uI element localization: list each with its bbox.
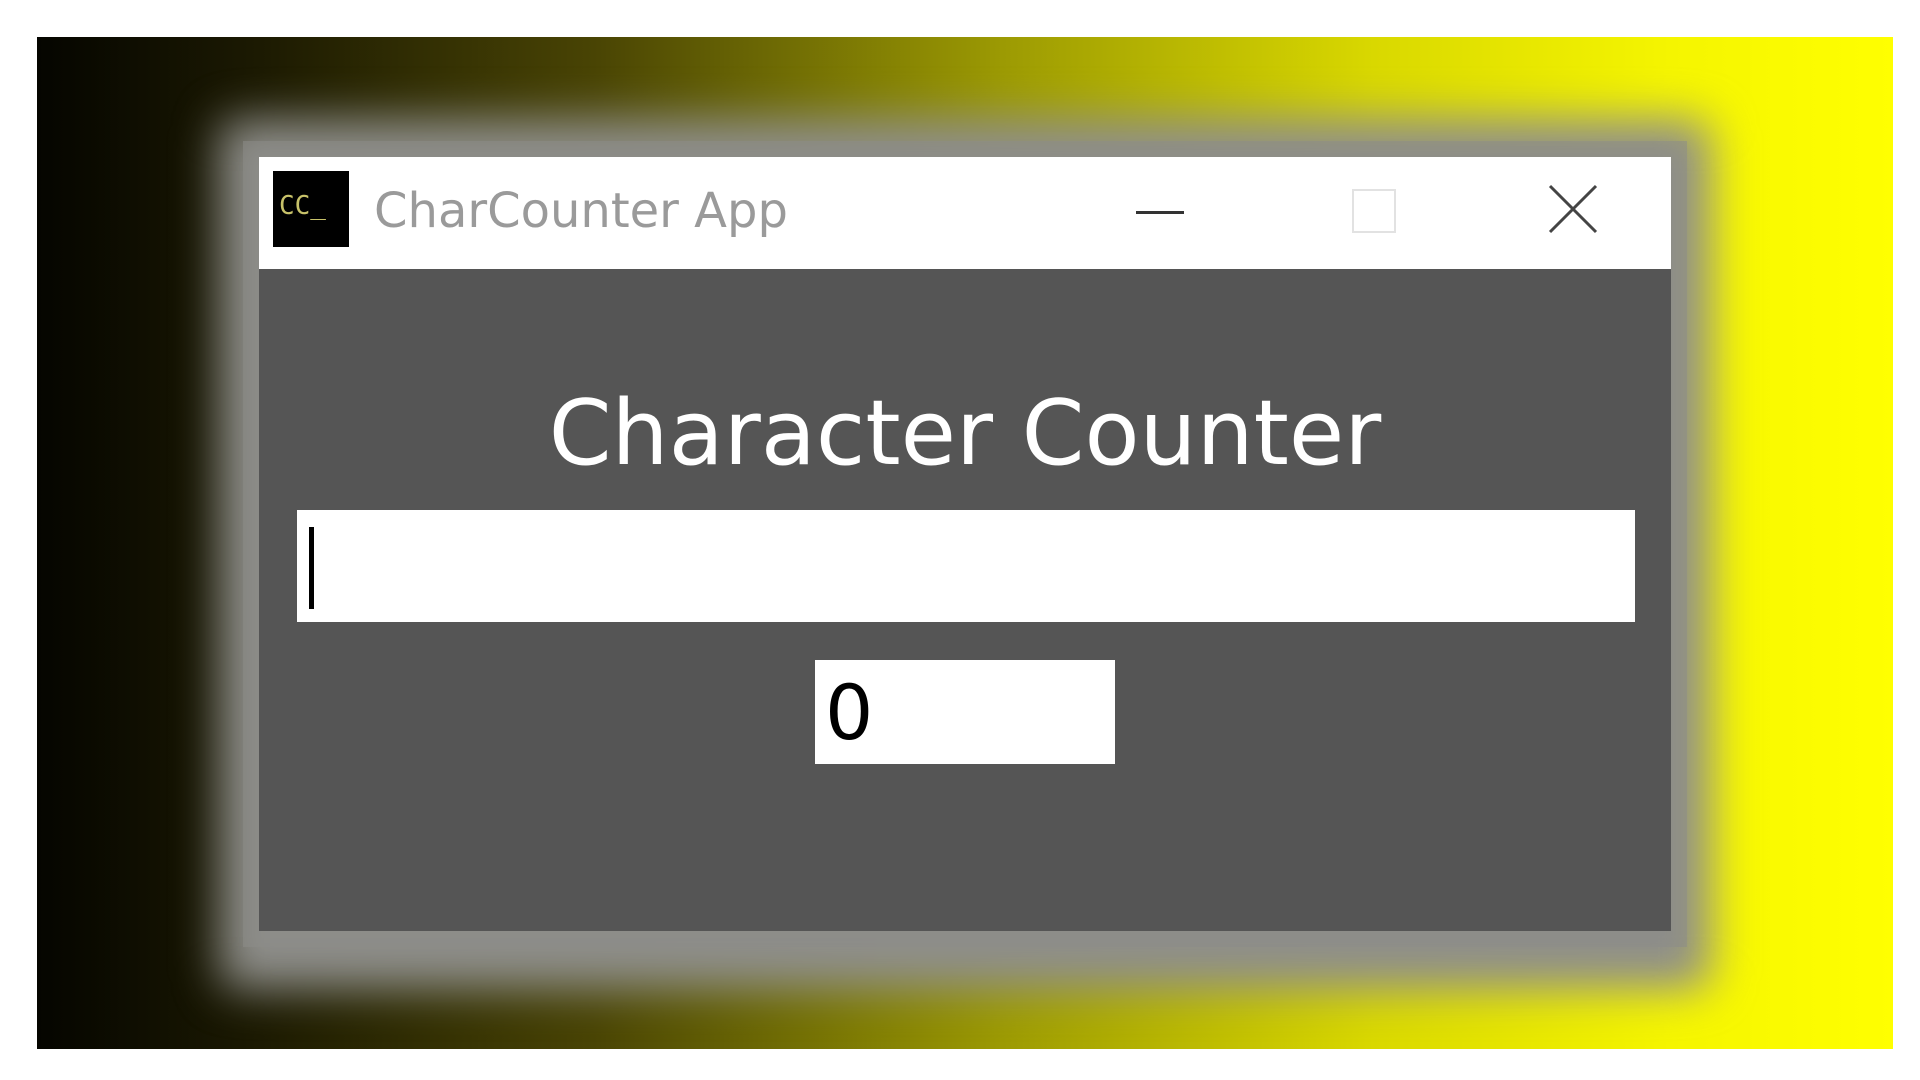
character-count-display: 0 — [815, 660, 1115, 764]
close-icon — [1548, 184, 1598, 234]
character-count-value: 0 — [825, 668, 874, 757]
maximize-icon — [1352, 189, 1396, 233]
minimize-icon — [1136, 211, 1184, 214]
window-title: CharCounter App — [374, 183, 788, 239]
page-title: Character Counter — [548, 381, 1382, 486]
text-cursor — [309, 527, 314, 609]
app-window: CC_ CharCounter App Character Counter 0 — [259, 157, 1671, 931]
maximize-button[interactable] — [1296, 157, 1446, 269]
app-logo-text: CC_ — [279, 191, 326, 221]
desktop-background: CC_ CharCounter App Character Counter 0 — [37, 37, 1893, 1049]
text-input-field[interactable] — [297, 510, 1635, 622]
minimize-button[interactable] — [1086, 157, 1236, 269]
close-button[interactable] — [1497, 157, 1647, 269]
app-logo-icon: CC_ — [273, 171, 349, 247]
title-bar[interactable]: CC_ CharCounter App — [259, 157, 1671, 269]
